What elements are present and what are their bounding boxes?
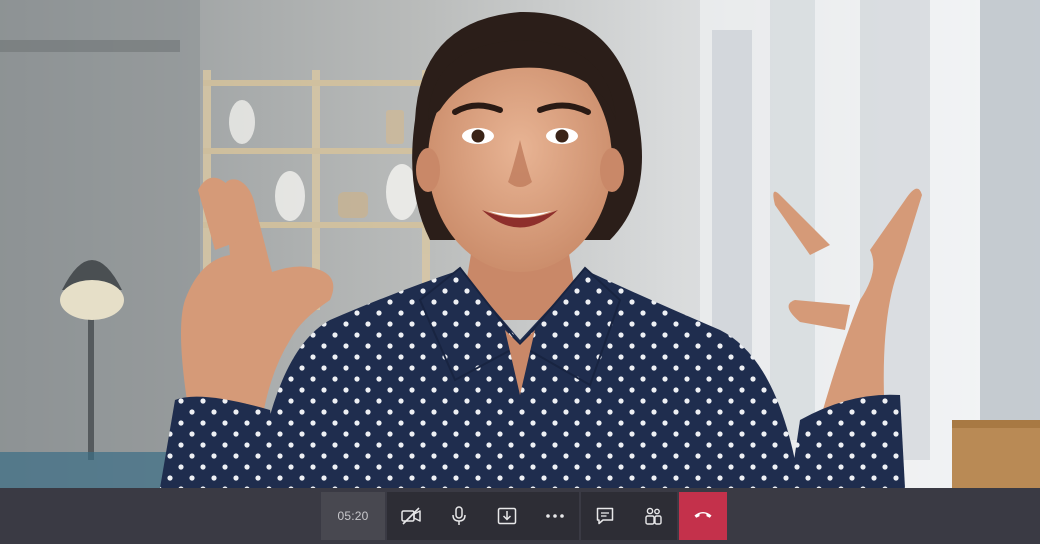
camera-toggle-button[interactable]	[387, 492, 435, 540]
microphone-icon	[448, 505, 470, 527]
microphone-toggle-button[interactable]	[435, 492, 483, 540]
share-tray-button[interactable]	[483, 492, 531, 540]
participants-icon	[642, 505, 664, 527]
camera-off-icon	[400, 505, 422, 527]
video-call-window: 05:20	[0, 0, 1040, 544]
call-control-bar: 05:20	[0, 488, 1040, 544]
participants-button[interactable]	[629, 492, 677, 540]
media-controls	[387, 492, 579, 540]
call-duration: 05:20	[321, 492, 385, 540]
call-controls: 05:20	[321, 492, 727, 540]
more-options-button[interactable]	[531, 492, 579, 540]
share-tray-icon	[496, 505, 518, 527]
meeting-panels	[581, 492, 677, 540]
chat-button[interactable]	[581, 492, 629, 540]
hang-up-button[interactable]	[679, 492, 727, 540]
participant-video	[0, 0, 1040, 488]
more-options-icon	[544, 505, 566, 527]
hang-up-icon	[692, 503, 714, 530]
chat-icon	[594, 505, 616, 527]
